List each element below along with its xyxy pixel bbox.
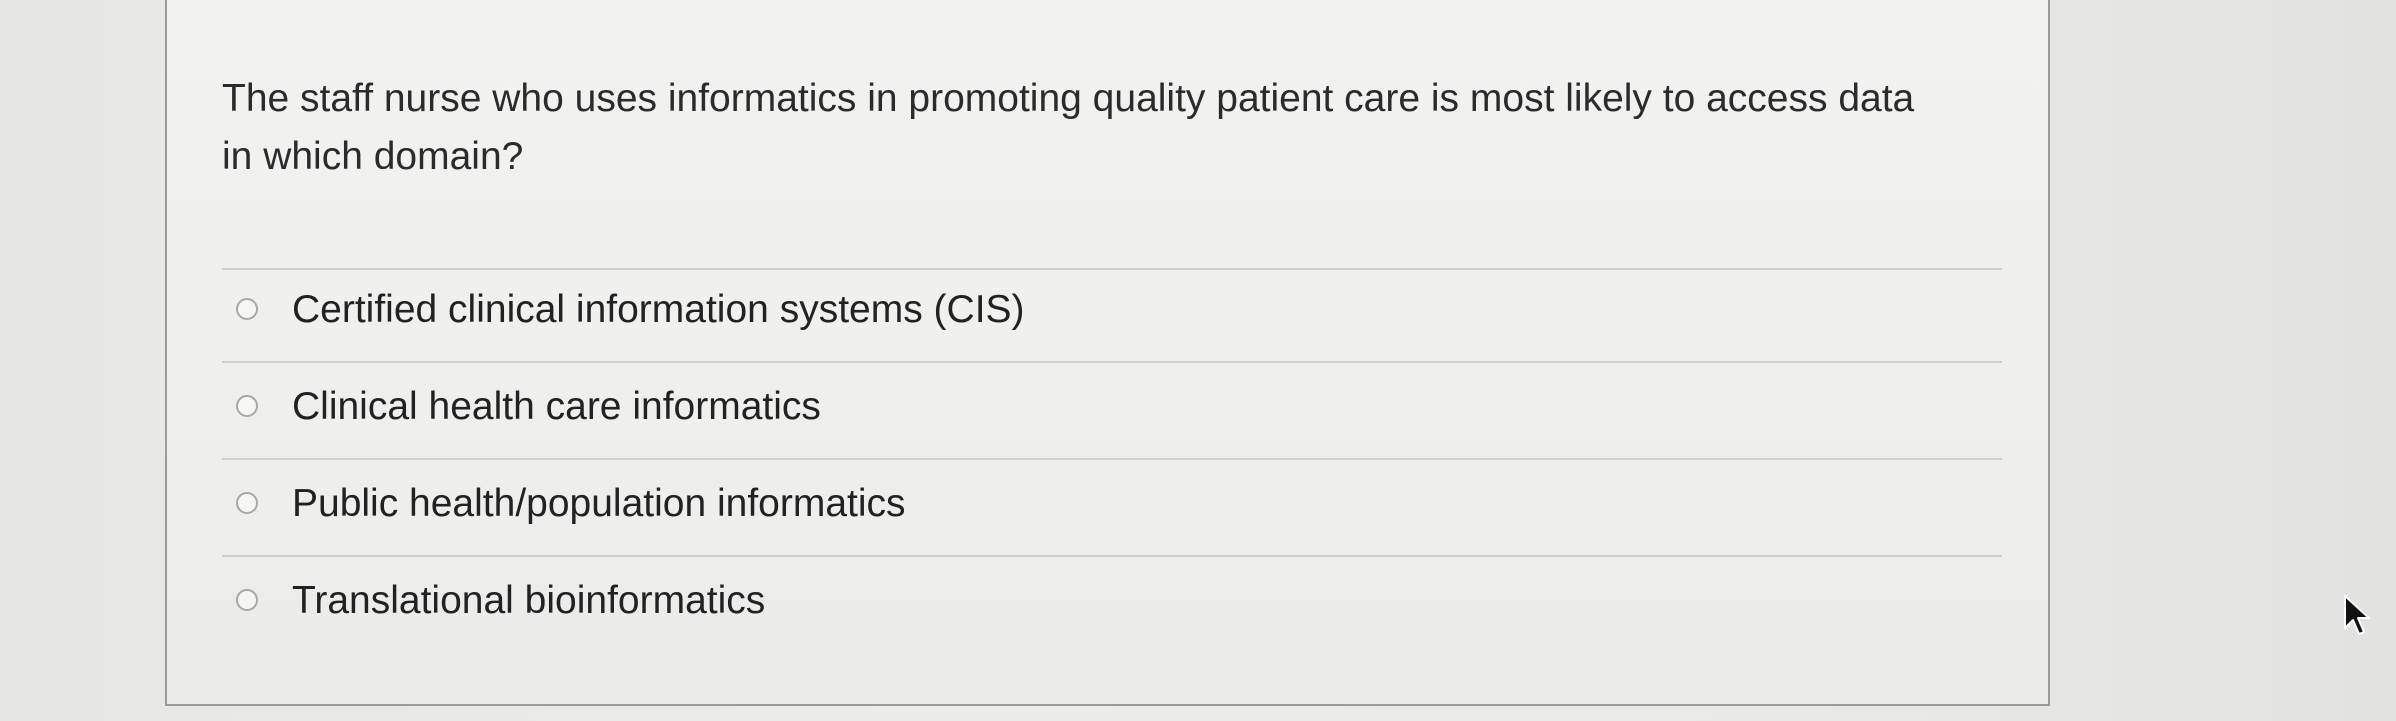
answer-option-4[interactable]: Translational bioinformatics (222, 557, 2002, 654)
option-label[interactable]: Public health/population informatics (292, 482, 906, 526)
option-label[interactable]: Translational bioinformatics (292, 579, 765, 623)
question-text: The staff nurse who uses informatics in … (222, 77, 1915, 178)
radio-button-icon[interactable] (236, 395, 258, 417)
radio-button-icon[interactable] (236, 298, 258, 320)
answer-options: Certified clinical information systems (… (222, 266, 2002, 654)
answer-option-1[interactable]: Certified clinical information systems (… (222, 266, 2002, 363)
option-label[interactable]: Clinical health care informatics (292, 385, 821, 429)
answer-option-3[interactable]: Public health/population informatics (222, 460, 2002, 557)
question-card: The staff nurse who uses informatics in … (165, 0, 2050, 706)
option-label[interactable]: Certified clinical information systems (… (292, 288, 1025, 332)
radio-button-icon[interactable] (236, 589, 258, 611)
answer-option-2[interactable]: Clinical health care informatics (222, 363, 2002, 460)
mouse-pointer-icon (2344, 595, 2370, 635)
radio-button-icon[interactable] (236, 492, 258, 514)
